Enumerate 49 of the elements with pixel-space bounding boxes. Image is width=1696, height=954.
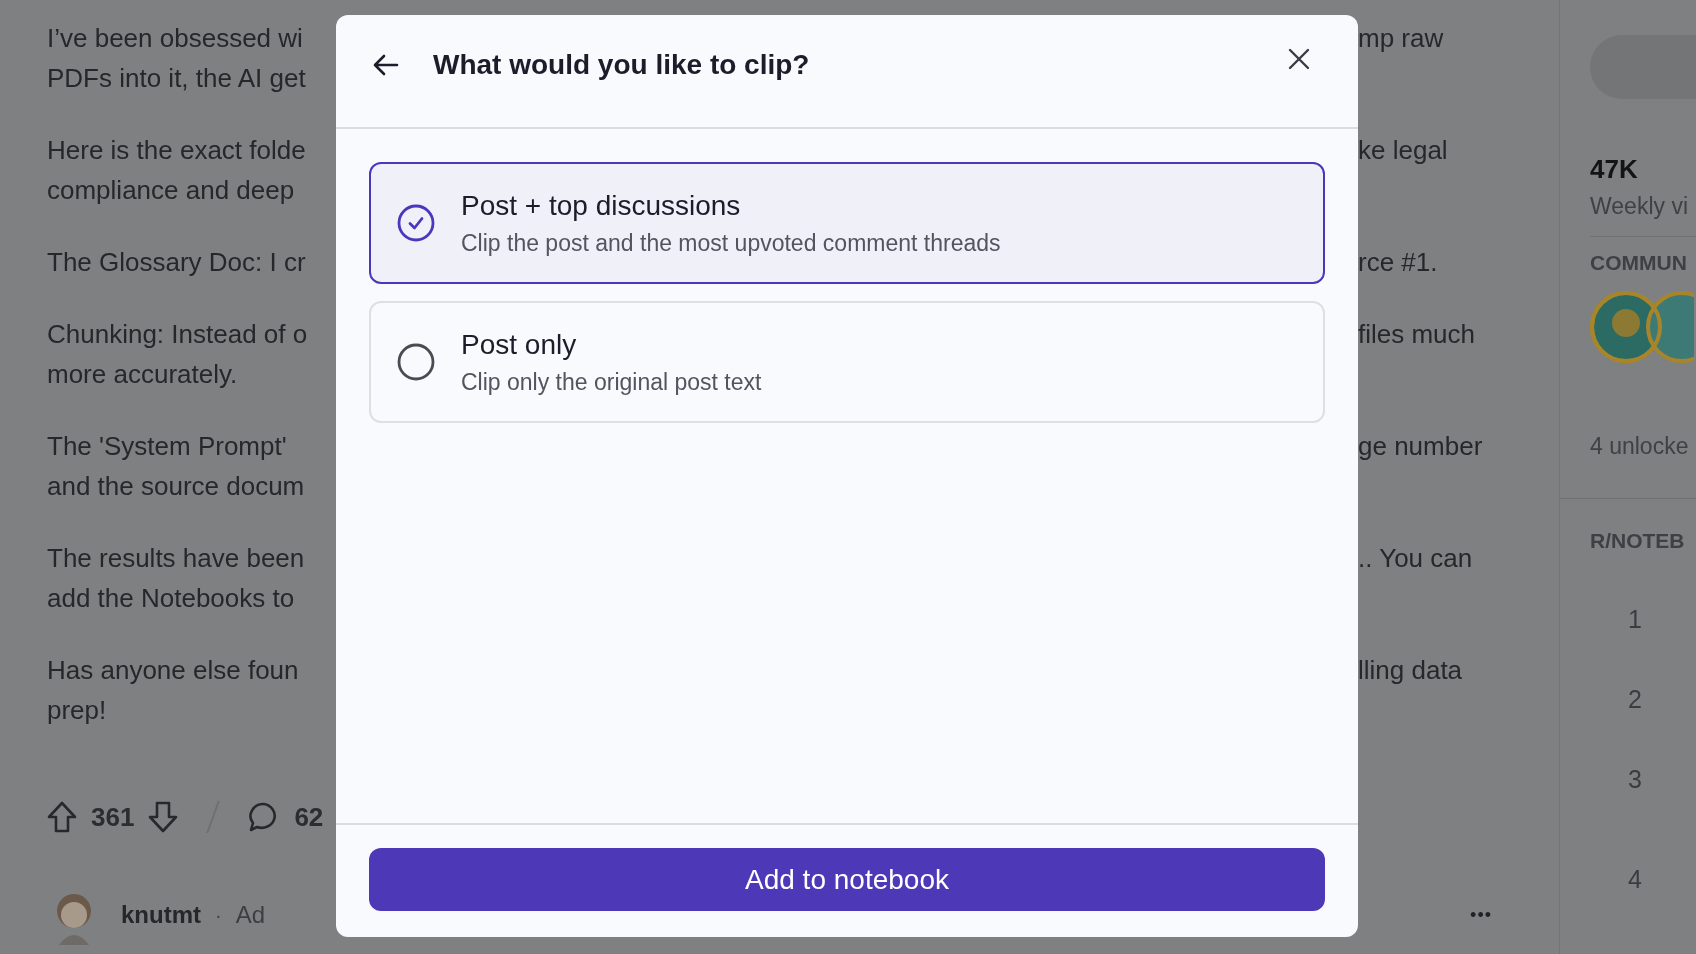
stat-label: Weekly vi (1590, 193, 1689, 220)
author-name[interactable]: knutmt (121, 901, 201, 929)
rank-number: 2 (1628, 683, 1643, 715)
post-text: .. You can (1358, 542, 1474, 574)
radio-checked-icon[interactable] (396, 203, 436, 243)
radio-icon[interactable] (396, 342, 436, 382)
post-text: ke legal (1358, 134, 1449, 166)
option-description: Clip only the original post text (461, 368, 762, 396)
post-text: add the Notebooks to (47, 582, 296, 614)
add-to-notebook-button[interactable]: Add to notebook (369, 848, 1325, 911)
post-text: files much (1358, 318, 1477, 350)
post-text: The 'System Prompt' (47, 430, 288, 462)
post-text: The Glossary Doc: I cr (47, 246, 307, 278)
rank-number: 3 (1628, 763, 1643, 795)
post-text: I’ve been obsessed wi (47, 22, 304, 54)
post-text: The results have been (47, 542, 306, 574)
upvote-icon[interactable] (47, 801, 77, 833)
option-title: Post only (461, 328, 578, 361)
post-text: compliance and deep (47, 174, 296, 206)
post-text: Has anyone else foun (47, 654, 300, 686)
option-title: Post + top discussions (461, 189, 742, 222)
rank-number: 1 (1628, 603, 1643, 635)
ad-label: Ad (235, 901, 266, 929)
clip-option[interactable]: Post + top discussions Clip the post and the most upvoted comment threads (369, 162, 1325, 284)
post-text: and the source docum (47, 470, 306, 502)
vote-count: 361 (91, 801, 135, 833)
dialog-title: What would you like to clip? (433, 49, 810, 81)
post-text: ge number (1358, 430, 1484, 462)
post-text: Chunking: Instead of o (47, 318, 309, 350)
clip-option[interactable]: Post only Clip only the original post text (369, 301, 1325, 423)
post-text: lling data (1358, 654, 1464, 686)
post-text: prep! (47, 694, 108, 726)
post-text: Here is the exact folde (47, 134, 307, 166)
comment-count: 62 (294, 801, 324, 833)
section-heading: COMMUN (1590, 251, 1688, 275)
post-text: more accurately. (47, 358, 239, 390)
post-text: PDFs into it, the AI get (47, 62, 307, 94)
section-heading: R/NOTEB (1590, 529, 1686, 553)
rank-number: 4 (1628, 863, 1643, 895)
option-description: Clip the post and the most upvoted comment threads (461, 229, 1001, 257)
more-button[interactable]: ••• (1470, 904, 1492, 926)
separator-dot: · (215, 903, 222, 927)
back-icon[interactable] (373, 54, 399, 76)
post-text: mp raw (1358, 22, 1445, 54)
achievements-count: 4 unlocke (1590, 433, 1690, 460)
stat-value: 47K (1590, 154, 1639, 185)
close-icon[interactable] (1288, 48, 1310, 70)
post-text: rce #1. (1358, 246, 1439, 278)
downvote-icon[interactable] (148, 801, 179, 833)
